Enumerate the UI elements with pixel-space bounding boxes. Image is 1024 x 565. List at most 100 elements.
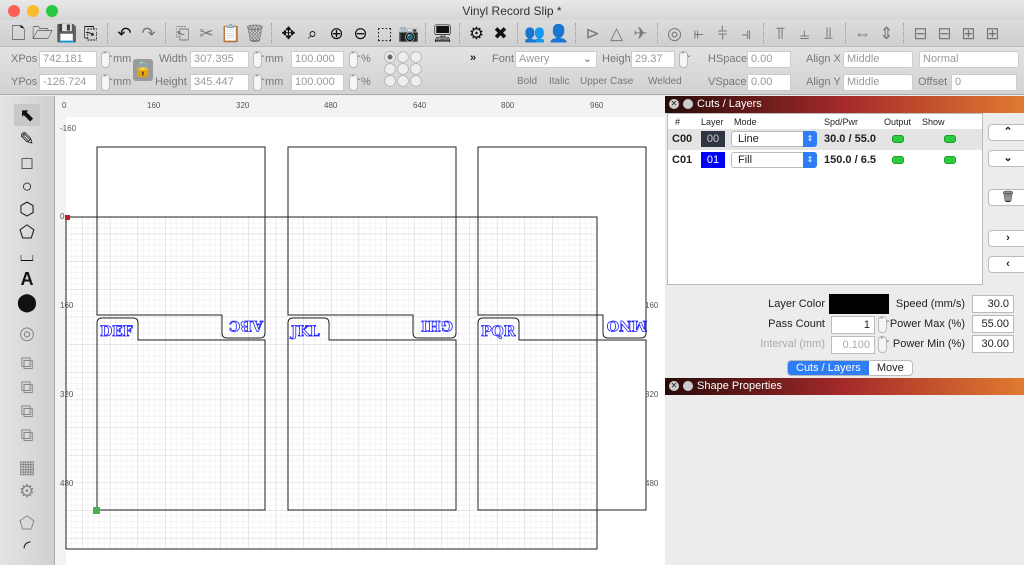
lock-ratio-icon[interactable]: 🔒 (133, 59, 153, 81)
text-tool-icon[interactable]: A (14, 268, 40, 290)
copy-icon[interactable]: ⎗ (172, 23, 193, 44)
position-marker-icon[interactable]: ⬤ (14, 291, 40, 313)
save-icon[interactable]: 💾 (56, 23, 77, 44)
camera-icon[interactable]: 📷 (398, 23, 419, 44)
offset-input[interactable]: 0 (951, 74, 1017, 91)
ungroup-icon[interactable]: 👤 (548, 23, 569, 44)
tools-icon[interactable]: ✖ (490, 23, 511, 44)
cut-icon[interactable]: ✂ (196, 23, 217, 44)
distribute-v-icon[interactable]: ⇕ (876, 23, 897, 44)
italic-toggle[interactable]: Italic (549, 76, 570, 87)
align-vcenter-icon[interactable]: ⫨ (794, 23, 815, 44)
scale-x-spinner[interactable]: ⌃⌄ (349, 51, 362, 68)
move-icon[interactable]: ✥ (278, 23, 299, 44)
weld-icon[interactable]: ⧉ (14, 352, 40, 374)
tab-move[interactable]: Move (869, 361, 912, 375)
ellipse-tool-icon[interactable]: ○ (14, 175, 40, 197)
align-bottom-icon[interactable]: ⫫ (818, 23, 839, 44)
circular-array-icon[interactable]: ⚙ (14, 480, 40, 502)
boolean-intersect-icon[interactable]: ⧉ (14, 424, 40, 446)
dock-3-icon[interactable]: ⊞ (958, 23, 979, 44)
align-y-select[interactable]: Middle (843, 74, 913, 91)
back-label[interactable]: ABC (229, 317, 265, 334)
scale-y-input[interactable]: 100.000 (291, 74, 344, 91)
pass-count-input[interactable]: 1 (831, 316, 875, 334)
zoom-in-icon[interactable]: ⊕ (326, 23, 347, 44)
scale-y-spinner[interactable]: ⌃⌄ (349, 74, 362, 91)
welded-toggle[interactable]: Welded (648, 76, 682, 87)
align-x-select[interactable]: Middle (843, 51, 913, 68)
show-toggle[interactable] (944, 135, 956, 143)
back-label[interactable]: GHI (421, 317, 454, 334)
delete-layer-button[interactable]: 🗑 (988, 189, 1024, 206)
settings-icon[interactable]: ⚙ (466, 23, 487, 44)
offset-tool-icon[interactable]: ◎ (14, 322, 40, 344)
select-frame-icon[interactable]: ⬚ (374, 23, 395, 44)
height-spinner[interactable]: ⌃⌄ (253, 74, 266, 91)
dock-4-icon[interactable]: ⊞ (982, 23, 1003, 44)
grid-array-icon[interactable]: ▦ (14, 456, 40, 478)
back-label[interactable]: MNO (606, 317, 648, 334)
vspace-input[interactable]: 0.00 (747, 74, 791, 91)
distribute-h-icon[interactable]: ⇔ (852, 23, 873, 44)
font-select[interactable]: Awery ⌄ (515, 51, 597, 68)
boolean-union-icon[interactable]: ⧉ (14, 376, 40, 398)
align-hcenter-icon[interactable]: ⫩ (712, 23, 733, 44)
xpos-spinner[interactable]: ⌃⌄ (101, 51, 114, 68)
dock-2-icon[interactable]: ⊟ (934, 23, 955, 44)
show-toggle[interactable] (944, 156, 956, 164)
mode-select[interactable]: Normal (919, 51, 1019, 68)
bracket-tool-icon[interactable]: ⌴ (14, 244, 40, 266)
rotate-icon[interactable]: ✈ (630, 23, 651, 44)
speed-input[interactable]: 30.0 (972, 295, 1014, 313)
close-panel-icon[interactable]: ✕ (669, 99, 679, 109)
bold-toggle[interactable]: Bold (517, 76, 537, 87)
undo-icon[interactable]: ↶ (114, 23, 135, 44)
align-left-icon[interactable]: ⫦ (688, 23, 709, 44)
pencil-tool-icon[interactable]: ✎ (14, 128, 40, 150)
move-down-button[interactable]: ⌄ (988, 150, 1024, 167)
scale-x-input[interactable]: 100.000 (291, 51, 344, 68)
align-right-icon[interactable]: ⫣ (736, 23, 757, 44)
align-top-icon[interactable]: ⫪ (770, 23, 791, 44)
move-up-button[interactable]: ⌃ (988, 124, 1024, 141)
zoom-out-icon[interactable]: ⊖ (350, 23, 371, 44)
front-label[interactable]: DEF (100, 324, 134, 341)
interval-input[interactable]: 0.100 (831, 336, 875, 354)
ypos-input[interactable]: -126.724 (39, 74, 97, 91)
table-row[interactable]: C00 00 Line ⇕ 30.0 / 55.0 (668, 129, 982, 150)
hspace-input[interactable]: 0.00 (747, 51, 791, 68)
output-toggle[interactable] (892, 156, 904, 164)
float-panel-icon[interactable] (683, 381, 693, 391)
tab-cuts-layers[interactable]: Cuts / Layers (788, 361, 869, 375)
table-row[interactable]: C01 01 Fill ⇕ 150.0 / 6.5 (668, 150, 982, 171)
output-toggle[interactable] (892, 135, 904, 143)
front-label[interactable]: PQR (481, 324, 517, 341)
rectangle-tool-icon[interactable]: □ (14, 152, 40, 174)
more-button[interactable]: » (470, 52, 476, 64)
float-panel-icon[interactable] (683, 99, 693, 109)
prev-button[interactable]: ‹ (988, 256, 1024, 273)
mode-select[interactable]: Fill ⇕ (731, 152, 817, 168)
mirror-h-icon[interactable]: ⊳ (582, 23, 603, 44)
minimize-window-button[interactable] (27, 5, 39, 17)
export-icon[interactable]: ⎘ (80, 23, 101, 44)
node-edit-icon[interactable]: ⬠ (14, 512, 40, 534)
design-canvas[interactable]: DEF ABC JKL GHI PQR MNO 0 160 320 480 640 800… (55, 96, 665, 565)
mode-select[interactable]: Line ⇕ (731, 131, 817, 147)
canvas-drawing[interactable]: DEF ABC JKL GHI PQR MNO (55, 96, 665, 565)
pentagon-tool-icon[interactable]: ⬠ (14, 221, 40, 243)
xpos-input[interactable]: 742.181 (39, 51, 97, 68)
device-icon[interactable]: 🖥 (432, 23, 454, 44)
mirror-v-icon[interactable]: △ (606, 23, 627, 44)
height-input[interactable]: 345.447 (190, 74, 249, 91)
next-button[interactable]: › (988, 230, 1024, 247)
redo-icon[interactable]: ↷ (138, 23, 159, 44)
layer-color-swatch[interactable] (829, 294, 889, 314)
power-max-input[interactable]: 55.00 (972, 315, 1014, 333)
front-label[interactable]: JKL (289, 324, 321, 341)
close-panel-icon[interactable]: ✕ (669, 381, 679, 391)
text-height-spinner[interactable]: ⌃⌄ (679, 51, 692, 68)
paste-icon[interactable]: 📋 (220, 23, 241, 44)
new-file-icon[interactable]: 🗋 (8, 23, 29, 44)
